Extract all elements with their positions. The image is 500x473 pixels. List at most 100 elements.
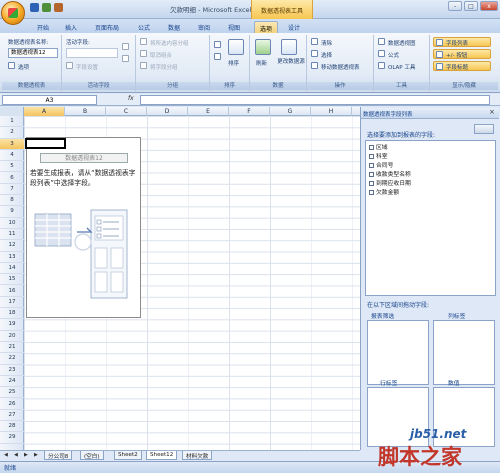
row-header[interactable]: 27: [0, 410, 24, 422]
row-header[interactable]: 17: [0, 297, 24, 309]
formula-input[interactable]: [140, 95, 490, 105]
row-header[interactable]: 19: [0, 319, 24, 331]
active-field-input[interactable]: [66, 48, 118, 58]
tab-data[interactable]: 数据: [163, 21, 185, 33]
field-item[interactable]: 合同号: [369, 160, 393, 169]
column-header[interactable]: G: [270, 107, 311, 116]
column-header[interactable]: H: [311, 107, 352, 116]
minimize-button[interactable]: -: [448, 1, 462, 11]
tab-insert[interactable]: 插入: [60, 21, 82, 33]
move-pivot-button[interactable]: 移动数据透视表: [321, 63, 360, 71]
row-header[interactable]: 16: [0, 286, 24, 297]
fx-icon[interactable]: fx: [128, 95, 138, 105]
report-filter-area[interactable]: [367, 320, 429, 385]
row-header[interactable]: 21: [0, 342, 24, 354]
group-selection-button[interactable]: 将所选内容分组: [150, 39, 189, 47]
row-header[interactable]: 25: [0, 387, 24, 399]
field-item[interactable]: 科室: [369, 151, 388, 160]
row-header[interactable]: 18: [0, 308, 24, 320]
row-header[interactable]: 14: [0, 263, 24, 275]
row-header[interactable]: 24: [0, 376, 24, 388]
tab-formulas[interactable]: 公式: [133, 21, 155, 33]
sheet-tab[interactable]: (空白): [80, 451, 104, 460]
field-settings-button[interactable]: 字段设置: [76, 63, 98, 71]
row-header[interactable]: 2: [0, 127, 24, 139]
maximize-button[interactable]: □: [464, 1, 478, 11]
row-header[interactable]: 6: [0, 173, 24, 184]
tab-page-layout[interactable]: 页面布局: [90, 21, 124, 33]
sort-button[interactable]: 排序: [228, 59, 239, 67]
close-button[interactable]: x: [480, 1, 498, 11]
sheet-tab[interactable]: Sheet2: [114, 451, 142, 460]
row-header[interactable]: 28: [0, 421, 24, 433]
column-labels-area[interactable]: [433, 320, 495, 385]
undo-icon[interactable]: [42, 3, 51, 12]
field-item[interactable]: 到期应收日期: [369, 178, 411, 187]
sheet-tab[interactable]: 分公司8: [44, 451, 73, 460]
field-checkbox[interactable]: [369, 181, 374, 186]
field-checkbox[interactable]: [369, 163, 374, 168]
row-header[interactable]: 20: [0, 331, 24, 342]
clear-button[interactable]: 清除: [321, 39, 332, 47]
row-header[interactable]: 5: [0, 161, 24, 173]
row-header[interactable]: 22: [0, 353, 24, 365]
ungroup-button[interactable]: 取消组合: [150, 51, 172, 59]
expand-field-icon[interactable]: [122, 43, 129, 50]
row-header[interactable]: 4: [0, 150, 24, 162]
pane-layout-button[interactable]: [474, 124, 494, 134]
sort-za-icon[interactable]: [214, 53, 221, 60]
sheet-tab-active[interactable]: Sheet12: [146, 451, 178, 460]
olap-tools-button[interactable]: OLAP 工具: [388, 63, 415, 71]
tab-view[interactable]: 视图: [223, 21, 245, 33]
row-header[interactable]: 9: [0, 206, 24, 218]
row-header[interactable]: 3: [0, 138, 24, 150]
field-item[interactable]: 欠款金额: [369, 187, 399, 196]
row-header[interactable]: 15: [0, 274, 24, 286]
row-header[interactable]: 26: [0, 399, 24, 410]
collapse-field-icon[interactable]: [122, 55, 129, 62]
group-field-button[interactable]: 将字段分组: [150, 63, 178, 71]
column-header[interactable]: E: [188, 107, 229, 116]
redo-icon[interactable]: [54, 3, 63, 12]
pane-close-icon[interactable]: ×: [489, 108, 495, 116]
row-header[interactable]: 8: [0, 195, 24, 207]
office-button[interactable]: [1, 1, 25, 25]
row-header[interactable]: 7: [0, 184, 24, 196]
select-button[interactable]: 选择: [321, 51, 332, 59]
tab-options[interactable]: 选项: [254, 21, 279, 33]
field-item[interactable]: 收款类型名称: [369, 169, 411, 178]
name-box[interactable]: A3: [2, 95, 97, 105]
column-header[interactable]: C: [106, 107, 147, 116]
sort-az-icon[interactable]: [214, 41, 221, 48]
tab-home[interactable]: 开始: [32, 21, 54, 33]
field-checkbox[interactable]: [369, 145, 374, 150]
field-item[interactable]: 区域: [369, 142, 388, 151]
field-checkbox[interactable]: [369, 172, 374, 177]
pivot-name-input[interactable]: 数据透视表12: [8, 48, 58, 58]
field-list-toggle[interactable]: 字段列表: [433, 37, 491, 47]
row-header[interactable]: 23: [0, 365, 24, 376]
column-header[interactable]: F: [229, 107, 270, 116]
row-header[interactable]: 12: [0, 240, 24, 252]
tab-review[interactable]: 审阅: [193, 21, 215, 33]
field-checkbox[interactable]: [369, 154, 374, 159]
refresh-button[interactable]: 刷新: [256, 59, 267, 67]
column-header[interactable]: B: [65, 107, 106, 116]
prev-sheet-icon[interactable]: ◀: [14, 452, 20, 458]
row-header[interactable]: 13: [0, 252, 24, 263]
change-source-button[interactable]: 更改数据源: [277, 59, 305, 66]
active-cell[interactable]: [25, 138, 66, 149]
tab-design[interactable]: 设计: [283, 21, 305, 33]
row-header[interactable]: 1: [0, 116, 24, 128]
row-header[interactable]: 10: [0, 218, 24, 229]
first-sheet-icon[interactable]: ◀: [4, 452, 10, 458]
next-sheet-icon[interactable]: ▶: [24, 452, 30, 458]
buttons-toggle[interactable]: +/- 按钮: [433, 49, 491, 59]
row-header[interactable]: 29: [0, 432, 24, 444]
field-headers-toggle[interactable]: 字段标题: [433, 61, 491, 71]
select-all-button[interactable]: [0, 107, 24, 116]
column-header[interactable]: D: [147, 107, 188, 116]
field-checkbox[interactable]: [369, 190, 374, 195]
column-header[interactable]: A: [24, 107, 65, 116]
pivot-options-button[interactable]: 选项: [18, 63, 29, 71]
